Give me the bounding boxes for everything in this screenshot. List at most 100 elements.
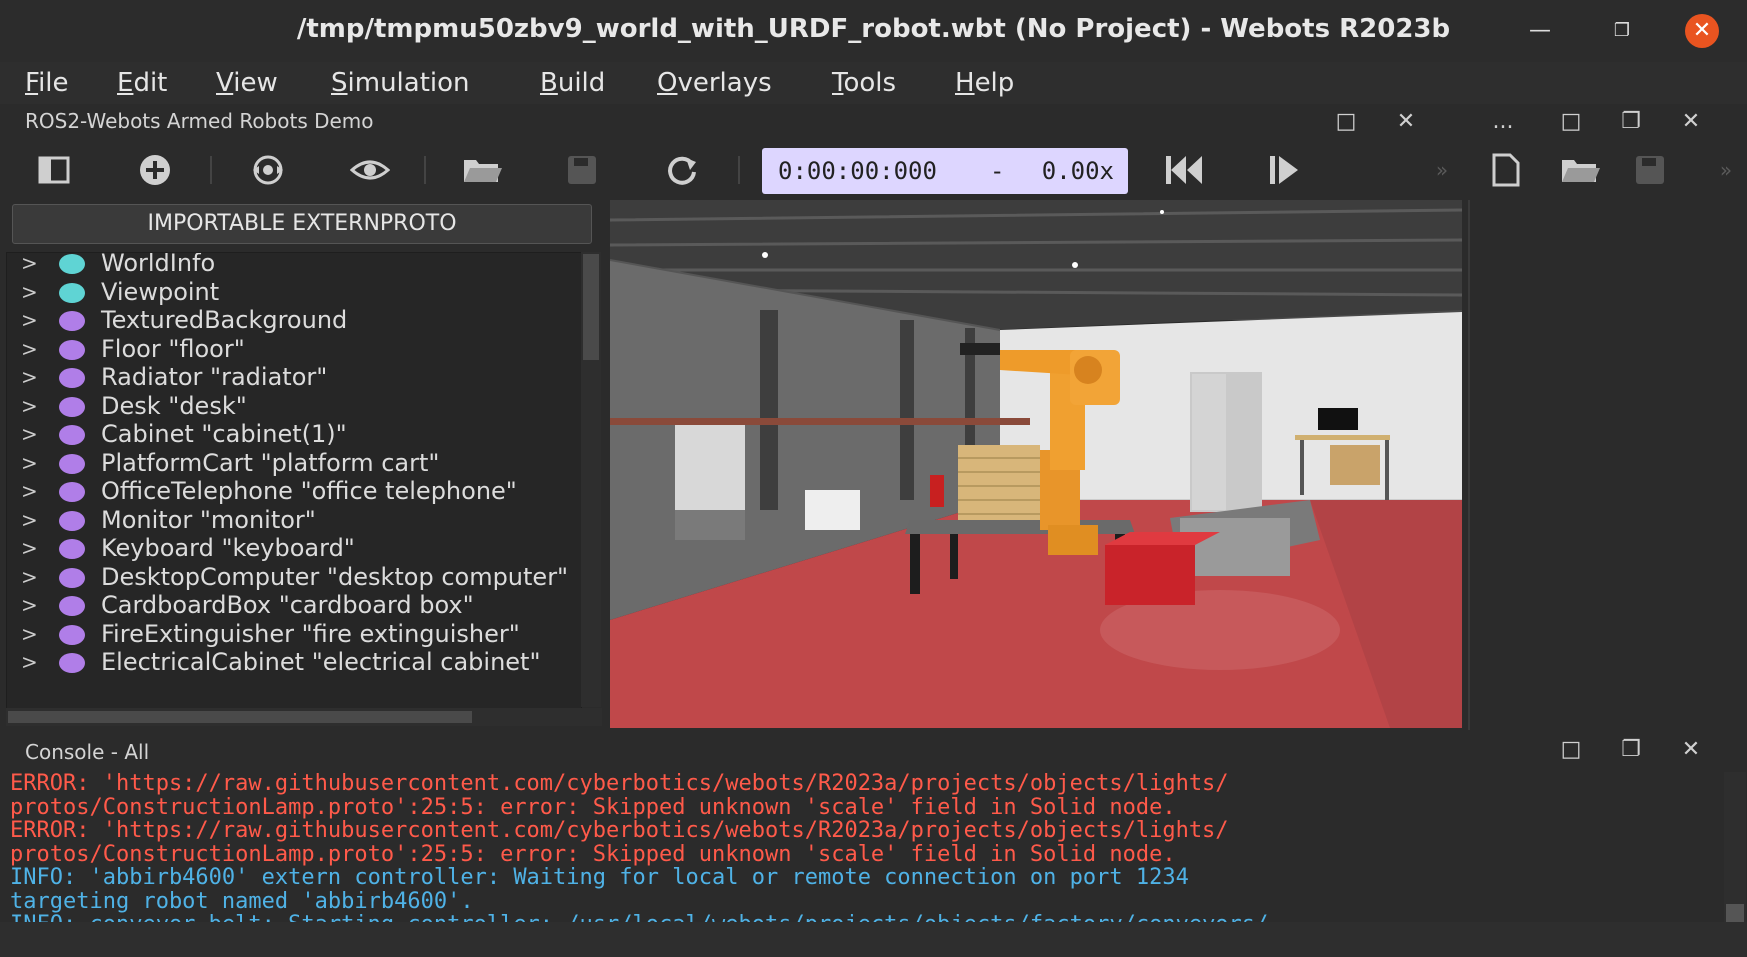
- editor-dock-more-button[interactable]: ...: [1489, 108, 1517, 136]
- scene-tree-node[interactable]: > Monitor "monitor": [7, 506, 581, 536]
- scene-tree-node[interactable]: > WorldInfo: [7, 253, 581, 279]
- scene-tree-node[interactable]: > Cabinet "cabinet(1)": [7, 420, 581, 450]
- scene-dock-restore-button[interactable]: □: [1332, 108, 1360, 136]
- menu-simulation[interactable]: Simulation: [331, 68, 470, 98]
- menu-build[interactable]: Build: [540, 68, 605, 98]
- expand-arrow-icon[interactable]: >: [21, 280, 38, 304]
- console-title: Console - All: [25, 740, 150, 764]
- console-line: INFO: conveyor_belt: Starting controller…: [10, 913, 1720, 922]
- reset-simulation-icon[interactable]: [1164, 152, 1202, 188]
- simulation-time: 0:00:00:000: [778, 157, 937, 185]
- editor-dock-close-button[interactable]: ✕: [1677, 108, 1705, 136]
- scene-tree-node-label: Desk "desk": [101, 391, 247, 420]
- scene-tree-node-label: Monitor "monitor": [101, 505, 316, 534]
- editor-dock-maximize-button[interactable]: □: [1557, 108, 1585, 136]
- console-scrollbar[interactable]: [1724, 772, 1746, 922]
- node-type-icon: [59, 311, 85, 331]
- menu-tools[interactable]: Tools: [832, 68, 896, 98]
- expand-arrow-icon[interactable]: >: [21, 593, 38, 617]
- menu-edit[interactable]: Edit: [117, 68, 167, 98]
- scene-dock-close-button[interactable]: ✕: [1392, 108, 1420, 136]
- maximize-button[interactable]: ❐: [1605, 14, 1639, 48]
- scene-tree-node[interactable]: > DesktopComputer "desktop computer": [7, 563, 581, 593]
- step-simulation-icon[interactable]: [1266, 152, 1302, 188]
- node-type-icon: [59, 510, 85, 531]
- eye-icon[interactable]: [349, 152, 391, 188]
- node-type-icon: [59, 425, 85, 445]
- expand-arrow-icon[interactable]: >: [21, 394, 38, 418]
- minimize-button[interactable]: —: [1523, 14, 1557, 48]
- console-line: ERROR: 'https://raw.githubusercontent.co…: [10, 772, 1229, 796]
- expand-arrow-icon[interactable]: >: [21, 422, 38, 446]
- scene-tree-node-label: PlatformCart "platform cart": [101, 448, 440, 477]
- menu-bar: File Edit View Simulation Build Overlays…: [0, 62, 1747, 104]
- scene-tree-node[interactable]: > ElectricalCabinet "electrical cabinet": [7, 648, 581, 678]
- toolbar-overflow-icon[interactable]: »: [1424, 152, 1460, 188]
- menu-file[interactable]: File: [25, 68, 69, 98]
- 3d-viewport[interactable]: [610, 200, 1462, 728]
- scene-tree-node-label: Keyboard "keyboard": [101, 534, 355, 562]
- scene-tree-panel: IMPORTABLE EXTERNPROTO > WorldInfo > Viewpo…: [0, 200, 604, 730]
- scene-tree-horizontal-scrollbar[interactable]: [6, 708, 602, 726]
- menu-help[interactable]: Help: [955, 68, 1014, 98]
- node-type-icon: [59, 653, 85, 673]
- expand-arrow-icon[interactable]: >: [21, 253, 38, 275]
- scene-tree-node[interactable]: > Radiator "radiator": [7, 363, 581, 393]
- console-output[interactable]: ERROR: 'https://raw.githubusercontent.co…: [10, 772, 1720, 922]
- expand-arrow-icon[interactable]: >: [21, 337, 38, 361]
- scene-tree-node[interactable]: > OfficeTelephone "office telephone": [7, 477, 581, 507]
- expand-arrow-icon[interactable]: >: [21, 650, 38, 674]
- expand-arrow-icon[interactable]: >: [21, 536, 38, 560]
- console-dock-maximize-button[interactable]: □: [1557, 736, 1585, 764]
- scene-dock-title: ROS2-Webots Armed Robots Demo: [25, 109, 374, 133]
- expand-arrow-icon[interactable]: >: [21, 508, 38, 532]
- node-type-icon: [59, 368, 85, 388]
- node-type-icon: [59, 539, 85, 559]
- node-type-icon: [59, 254, 85, 274]
- console-line: targeting robot named 'abbirb4600'.: [10, 888, 474, 914]
- console-dock-close-button[interactable]: ✕: [1677, 736, 1705, 764]
- scene-tree-node[interactable]: > CardboardBox "cardboard box": [7, 591, 581, 621]
- scene-tree-node[interactable]: > Viewpoint: [7, 278, 581, 308]
- add-node-icon[interactable]: [137, 152, 173, 188]
- scene-tree-node[interactable]: > Keyboard "keyboard": [7, 534, 581, 564]
- console-line: INFO: 'abbirb4600' extern controller: Wa…: [10, 865, 1189, 890]
- text-editor-panel[interactable]: [1468, 200, 1747, 730]
- main-toolbar: 0:00:00:000 - 0.00x » »: [0, 140, 1747, 200]
- window-title: /tmp/tmpmu50zbv9_world_with_URDF_robot.w…: [296, 14, 1451, 44]
- expand-arrow-icon[interactable]: >: [21, 565, 38, 589]
- expand-arrow-icon[interactable]: >: [21, 479, 38, 503]
- expand-arrow-icon[interactable]: >: [21, 622, 38, 646]
- editor-toolbar-overflow-icon[interactable]: »: [1708, 152, 1744, 188]
- scene-tree-node-label: Radiator "radiator": [101, 363, 328, 391]
- close-button[interactable]: ✕: [1685, 14, 1719, 48]
- scene-tree-node[interactable]: > FireExtinguisher "fire extinguisher": [7, 620, 581, 650]
- menu-overlays[interactable]: Overlays: [657, 68, 772, 98]
- importable-externproto-button[interactable]: IMPORTABLE EXTERNPROTO: [12, 204, 592, 244]
- expand-arrow-icon[interactable]: >: [21, 365, 38, 389]
- node-type-icon: [59, 453, 85, 474]
- expand-arrow-icon[interactable]: >: [21, 451, 38, 475]
- scene-tree-node-label: DesktopComputer "desktop computer": [101, 562, 569, 591]
- save-file-icon: [1632, 152, 1668, 188]
- scene-tree-vertical-scrollbar[interactable]: [581, 252, 601, 707]
- open-world-icon[interactable]: [462, 152, 502, 188]
- editor-dock-restore-button[interactable]: ❐: [1617, 108, 1645, 136]
- status-bar: [0, 922, 1747, 957]
- expand-arrow-icon[interactable]: >: [21, 308, 38, 332]
- view-reset-icon[interactable]: [250, 152, 286, 188]
- menu-view[interactable]: View: [216, 68, 278, 98]
- console-dock-restore-button[interactable]: ❐: [1617, 736, 1645, 764]
- scene-tree-node[interactable]: > Floor "floor": [7, 335, 581, 365]
- reload-world-icon[interactable]: [664, 152, 700, 188]
- scene-tree-node[interactable]: > TexturedBackground: [7, 306, 581, 336]
- toggle-scene-tree-icon[interactable]: [36, 152, 72, 188]
- scene-tree-node[interactable]: > Desk "desk": [7, 392, 581, 422]
- new-file-icon[interactable]: [1488, 152, 1524, 188]
- scene-tree-node[interactable]: > PlatformCart "platform cart": [7, 449, 581, 479]
- scene-tree-node-label: Floor "floor": [101, 334, 245, 363]
- time-separator: -: [990, 157, 1005, 185]
- scene-tree-node-label: CardboardBox "cardboard box": [101, 591, 474, 619]
- open-file-icon[interactable]: [1560, 152, 1600, 188]
- scene-tree: > WorldInfo > Viewpoint > TexturedBackground >…: [6, 252, 582, 709]
